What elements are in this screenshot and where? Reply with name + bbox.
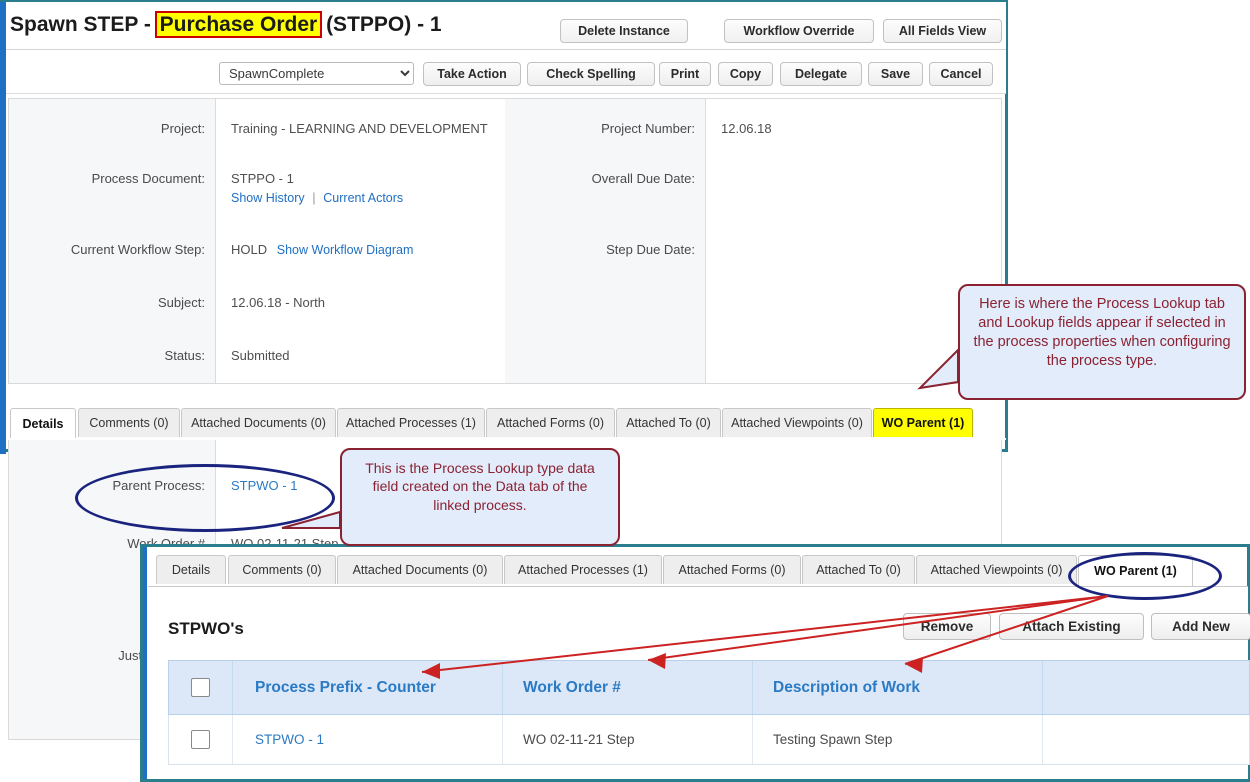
save-button[interactable]: Save bbox=[868, 62, 923, 86]
workflow-step-value: HOLD bbox=[231, 242, 267, 257]
cell-description-of-work: Testing Spawn Step bbox=[753, 715, 1043, 764]
tab-attached-forms[interactable]: Attached Forms (0) bbox=[486, 408, 615, 437]
print-button[interactable]: Print bbox=[659, 62, 711, 86]
field-label-status: Status: bbox=[165, 348, 205, 363]
add-new-button[interactable]: Add New bbox=[1151, 613, 1250, 640]
page-title-highlighted-term: Purchase Order bbox=[157, 13, 321, 36]
tab-wo-parent[interactable]: WO Parent (1) bbox=[873, 408, 973, 437]
row-select-checkbox-cell[interactable] bbox=[169, 715, 233, 764]
page-title-prefix: Spawn STEP - bbox=[10, 13, 157, 36]
column-header-process-prefix-counter[interactable]: Process Prefix - Counter bbox=[233, 661, 503, 714]
inset-section-title: STPWO's bbox=[168, 619, 244, 639]
main-tab-strip: Details Comments (0) Attached Documents … bbox=[6, 408, 1006, 440]
remove-button[interactable]: Remove bbox=[903, 613, 991, 640]
field-label-project: Project: bbox=[161, 121, 205, 136]
field-label-overall-due-date: Overall Due Date: bbox=[592, 171, 695, 186]
field-value-subject: 12.06.18 - North bbox=[231, 295, 325, 310]
callout-process-lookup-tab: Here is where the Process Lookup tab and… bbox=[958, 284, 1246, 400]
process-document-links: Show History | Current Actors bbox=[231, 190, 403, 205]
select-all-checkbox-cell[interactable] bbox=[169, 661, 233, 714]
delete-instance-button[interactable]: Delete Instance bbox=[560, 19, 688, 43]
column-header-description-of-work[interactable]: Description of Work bbox=[753, 661, 1043, 714]
inset-tab-details[interactable]: Details bbox=[156, 555, 226, 584]
workflow-override-button[interactable]: Workflow Override bbox=[724, 19, 874, 43]
action-toolbar: SpawnComplete Take Action Check Spelling… bbox=[6, 50, 1006, 94]
details-left-value-column: Training - LEARNING AND DEVELOPMENT STPP… bbox=[216, 99, 505, 383]
main-process-window: Spawn STEP - Purchase Order (STPPO) - 1 … bbox=[0, 0, 1008, 452]
field-label-current-workflow-step: Current Workflow Step: bbox=[71, 242, 205, 257]
tab-attached-to[interactable]: Attached To (0) bbox=[616, 408, 721, 437]
cell-spacer bbox=[1043, 715, 1249, 764]
tab-attached-viewpoints[interactable]: Attached Viewpoints (0) bbox=[722, 408, 872, 437]
workflow-action-select[interactable]: SpawnComplete bbox=[219, 62, 414, 85]
inset-left-accent-bar bbox=[143, 547, 147, 779]
attach-existing-button[interactable]: Attach Existing bbox=[999, 613, 1144, 640]
table-header-row: Process Prefix - Counter Work Order # De… bbox=[168, 660, 1250, 715]
column-header-work-order-number[interactable]: Work Order # bbox=[503, 661, 753, 714]
field-value-project: Training - LEARNING AND DEVELOPMENT bbox=[231, 121, 488, 136]
details-right-label-column: Project Number: Overall Due Date: Step D… bbox=[505, 99, 706, 383]
all-fields-view-button[interactable]: All Fields View bbox=[883, 19, 1002, 43]
inset-tab-attached-processes[interactable]: Attached Processes (1) bbox=[504, 555, 662, 584]
table-row[interactable]: STPWO - 1 WO 02-11-21 Step Testing Spawn… bbox=[168, 715, 1250, 765]
field-value-parent-process[interactable]: STPWO - 1 bbox=[231, 478, 297, 493]
cell-process-prefix-counter[interactable]: STPWO - 1 bbox=[233, 715, 503, 764]
field-value-process-document: STPPO - 1 bbox=[231, 171, 294, 186]
column-header-spacer bbox=[1043, 661, 1249, 714]
details-right-value-column: 12.06.18 bbox=[706, 99, 1001, 383]
field-label-subject: Subject: bbox=[158, 295, 205, 310]
field-label-step-due-date: Step Due Date: bbox=[606, 242, 695, 257]
tab-attached-documents[interactable]: Attached Documents (0) bbox=[181, 408, 336, 437]
callout-process-lookup-field: This is the Process Lookup type data fie… bbox=[340, 448, 620, 546]
show-workflow-diagram-link[interactable]: Show Workflow Diagram bbox=[271, 243, 414, 257]
inset-tab-attached-forms[interactable]: Attached Forms (0) bbox=[663, 555, 801, 584]
stpwo-data-table: Process Prefix - Counter Work Order # De… bbox=[168, 660, 1250, 765]
inset-tab-attached-viewpoints[interactable]: Attached Viewpoints (0) bbox=[916, 555, 1077, 584]
details-left-label-column: Project: Process Document: Current Workf… bbox=[9, 99, 216, 383]
copy-button[interactable]: Copy bbox=[718, 62, 773, 86]
link-separator: | bbox=[308, 190, 319, 205]
tab-details[interactable]: Details bbox=[10, 408, 76, 439]
select-all-checkbox[interactable] bbox=[191, 678, 210, 697]
inset-tab-strip: Details Comments (0) Attached Documents … bbox=[148, 555, 1248, 587]
current-actors-link[interactable]: Current Actors bbox=[323, 191, 403, 205]
field-value-current-workflow-step: HOLD Show Workflow Diagram bbox=[231, 242, 413, 257]
inset-tab-wo-parent[interactable]: WO Parent (1) bbox=[1078, 555, 1193, 586]
process-details-panel: Project: Process Document: Current Workf… bbox=[8, 98, 1002, 384]
field-label-parent-process: Parent Process: bbox=[113, 478, 206, 493]
page-title-suffix: (STPPO) - 1 bbox=[320, 13, 441, 36]
field-value-project-number: 12.06.18 bbox=[721, 121, 772, 136]
inset-wo-parent-window: Details Comments (0) Attached Documents … bbox=[140, 544, 1250, 782]
field-value-status: Submitted bbox=[231, 348, 290, 363]
field-label-process-document: Process Document: bbox=[92, 171, 205, 186]
window-header: Spawn STEP - Purchase Order (STPPO) - 1 … bbox=[6, 2, 1006, 50]
delegate-button[interactable]: Delegate bbox=[780, 62, 862, 86]
inset-tab-comments[interactable]: Comments (0) bbox=[228, 555, 336, 584]
check-spelling-button[interactable]: Check Spelling bbox=[527, 62, 655, 86]
page-title: Spawn STEP - Purchase Order (STPPO) - 1 bbox=[10, 13, 442, 37]
tab-attached-processes[interactable]: Attached Processes (1) bbox=[337, 408, 485, 437]
take-action-button[interactable]: Take Action bbox=[423, 62, 521, 86]
field-label-project-number: Project Number: bbox=[601, 121, 695, 136]
cell-work-order-number: WO 02-11-21 Step bbox=[503, 715, 753, 764]
inset-tab-attached-to[interactable]: Attached To (0) bbox=[802, 555, 915, 584]
row-select-checkbox[interactable] bbox=[191, 730, 210, 749]
show-history-link[interactable]: Show History bbox=[231, 191, 305, 205]
tab-comments[interactable]: Comments (0) bbox=[78, 408, 180, 437]
cancel-button[interactable]: Cancel bbox=[929, 62, 993, 86]
inset-tab-attached-documents[interactable]: Attached Documents (0) bbox=[337, 555, 503, 584]
